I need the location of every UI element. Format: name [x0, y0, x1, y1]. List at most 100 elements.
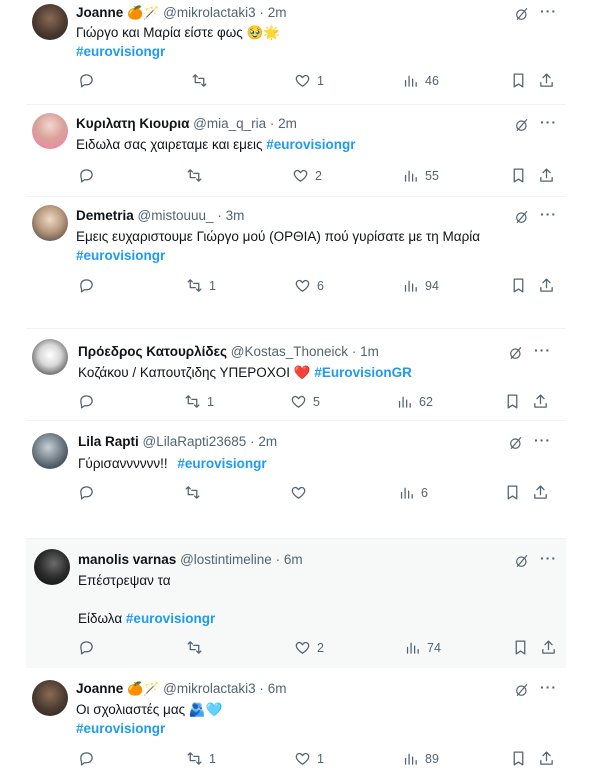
- share-button[interactable]: [532, 484, 549, 501]
- avatar[interactable]: [32, 205, 68, 241]
- reply-button[interactable]: [78, 639, 101, 656]
- like-button[interactable]: 1: [294, 72, 324, 89]
- avatar[interactable]: [32, 4, 68, 40]
- avatar[interactable]: [32, 680, 68, 716]
- views-button[interactable]: 55: [402, 167, 439, 184]
- more-options-icon[interactable]: ···: [540, 115, 558, 133]
- hashtag-link[interactable]: #eurovisiongr: [126, 611, 215, 626]
- user-handle[interactable]: @mikrolactaki3: [163, 5, 255, 20]
- user-handle[interactable]: @mikrolactaki3: [163, 681, 255, 696]
- like-button[interactable]: [290, 484, 313, 501]
- display-name[interactable]: manolis varnas: [78, 552, 176, 567]
- grok-icon[interactable]: [508, 345, 524, 361]
- reply-button[interactable]: [78, 167, 101, 184]
- retweet-button[interactable]: [186, 167, 209, 184]
- user-handle[interactable]: @mia_q_ria: [193, 116, 266, 131]
- reply-button[interactable]: [78, 277, 101, 294]
- share-button[interactable]: [538, 750, 555, 767]
- grok-icon[interactable]: [514, 117, 530, 133]
- tweet[interactable]: Joanne 🍊🪄 @mikrolactaki3 · 2m ··· Γιώργο…: [26, 0, 566, 100]
- user-handle[interactable]: @mistouuu_: [138, 208, 214, 223]
- hashtag-link[interactable]: #EurovisionGR: [314, 365, 412, 380]
- grok-icon[interactable]: [514, 553, 530, 569]
- timestamp[interactable]: 2m: [268, 5, 287, 20]
- bookmark-button[interactable]: [510, 277, 527, 294]
- like-button[interactable]: 1: [294, 750, 324, 767]
- more-options-icon[interactable]: ···: [540, 551, 558, 569]
- grok-icon[interactable]: [508, 435, 524, 451]
- more-options-icon[interactable]: ···: [540, 4, 558, 22]
- retweet-button[interactable]: [191, 72, 214, 89]
- reply-button[interactable]: [78, 750, 101, 767]
- retweet-button[interactable]: 1: [184, 393, 214, 410]
- tweet[interactable]: Lila Rapti @LilaRapti23685 · 2m ··· Γύρι…: [26, 420, 566, 512]
- timestamp[interactable]: 3m: [226, 208, 245, 223]
- grok-icon[interactable]: [514, 209, 530, 225]
- bookmark-button[interactable]: [510, 167, 527, 184]
- bookmark-button[interactable]: [510, 72, 527, 89]
- like-button[interactable]: 2: [294, 639, 324, 656]
- reply-button[interactable]: [78, 484, 101, 501]
- display-name[interactable]: Κυριλατη Κιουρια: [76, 116, 189, 131]
- timestamp[interactable]: 2m: [278, 116, 297, 131]
- reply-button[interactable]: [78, 393, 101, 410]
- more-options-icon[interactable]: ···: [534, 433, 552, 451]
- views-button[interactable]: 6: [398, 484, 428, 501]
- user-handle[interactable]: @Kostas_Thoneick: [231, 344, 348, 359]
- views-button[interactable]: 74: [404, 639, 441, 656]
- avatar[interactable]: [32, 433, 68, 469]
- share-button[interactable]: [540, 639, 557, 656]
- views-button[interactable]: 89: [402, 750, 439, 767]
- grok-icon[interactable]: [514, 682, 530, 698]
- bookmark-button[interactable]: [504, 393, 521, 410]
- share-button[interactable]: [538, 277, 555, 294]
- views-button[interactable]: 62: [396, 393, 433, 410]
- like-button[interactable]: 2: [292, 167, 322, 184]
- share-button[interactable]: [538, 167, 555, 184]
- timestamp[interactable]: 2m: [258, 434, 277, 449]
- timestamp[interactable]: 1m: [360, 344, 379, 359]
- more-options-icon[interactable]: ···: [540, 680, 558, 698]
- display-name[interactable]: Πρόεδρος Κατουρλίδες: [78, 344, 227, 359]
- bookmark-button[interactable]: [510, 750, 527, 767]
- separator: ·: [351, 344, 357, 359]
- hashtag-link[interactable]: #eurovisiongr: [76, 246, 480, 265]
- retweet-button[interactable]: 1: [186, 750, 216, 767]
- avatar[interactable]: [32, 339, 68, 375]
- timestamp[interactable]: 6m: [284, 552, 303, 567]
- like-button[interactable]: 6: [294, 277, 324, 294]
- bookmark-button[interactable]: [512, 639, 529, 656]
- tweet[interactable]: Joanne 🍊🪄 @mikrolactaki3 · 6m ··· Οι σχο…: [26, 668, 566, 784]
- avatar[interactable]: [32, 113, 68, 149]
- user-handle[interactable]: @LilaRapti23685: [143, 434, 247, 449]
- reply-button[interactable]: [78, 72, 101, 89]
- retweet-button[interactable]: 1: [186, 277, 216, 294]
- retweet-button[interactable]: [184, 484, 207, 501]
- hashtag-link[interactable]: #eurovisiongr: [266, 137, 355, 152]
- display-name[interactable]: Demetria: [76, 208, 134, 223]
- display-name[interactable]: Lila Rapti: [78, 434, 139, 449]
- views-button[interactable]: 46: [402, 72, 439, 89]
- views-button[interactable]: 94: [402, 277, 439, 294]
- share-button[interactable]: [538, 72, 555, 89]
- share-button[interactable]: [532, 393, 549, 410]
- more-options-icon[interactable]: ···: [534, 343, 552, 361]
- tweet[interactable]: Κυριλατη Κιουρια @mia_q_ria · 2m ··· Ειδ…: [26, 104, 566, 194]
- tweet[interactable]: manolis varnas @lostintimeline · 6m ··· …: [26, 538, 566, 668]
- more-options-icon[interactable]: ···: [540, 207, 558, 225]
- timestamp[interactable]: 6m: [268, 681, 287, 696]
- hashtag-link[interactable]: #eurovisiongr: [76, 719, 223, 738]
- display-name[interactable]: Joanne: [76, 681, 123, 696]
- like-button[interactable]: 5: [290, 393, 320, 410]
- display-name[interactable]: Joanne: [76, 5, 123, 20]
- bookmark-button[interactable]: [504, 484, 521, 501]
- tweet[interactable]: Πρόεδρος Κατουρλίδες @Kostas_Thoneick · …: [26, 328, 566, 420]
- tweet[interactable]: Demetria @mistouuu_ · 3m ··· Εμεις ευχαρ…: [26, 196, 566, 308]
- tweet-text-line: Κοζάκου / Καπουτζιδης ΥΠΕΡΟΧΟΙ ❤️: [78, 365, 311, 380]
- hashtag-link[interactable]: #eurovisiongr: [76, 42, 280, 61]
- user-handle[interactable]: @lostintimeline: [180, 552, 272, 567]
- avatar[interactable]: [34, 549, 70, 585]
- hashtag-link[interactable]: #eurovisiongr: [177, 456, 266, 471]
- retweet-button[interactable]: [186, 639, 209, 656]
- grok-icon[interactable]: [514, 6, 530, 22]
